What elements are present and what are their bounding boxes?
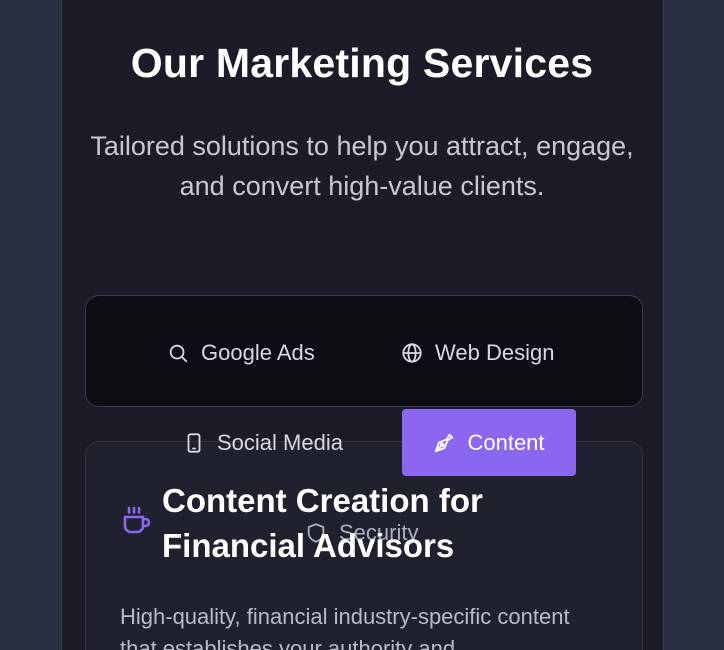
tab-web-design[interactable]: Web Design	[401, 340, 554, 366]
tab-label: Content	[467, 429, 545, 455]
card-title: Content Creation for Financial Advisors	[162, 482, 483, 564]
tab-content[interactable]: Content	[402, 409, 576, 476]
tab-label: Web Design	[435, 340, 555, 365]
smartphone-icon	[183, 432, 205, 454]
tab-label: Social Media	[217, 430, 343, 455]
page-subtitle: Tailored solutions to help you attract, …	[90, 131, 634, 201]
globe-icon	[401, 342, 423, 364]
card-description: High-quality, financial industry-specifi…	[120, 604, 570, 650]
page-title: Our Marketing Services	[130, 40, 594, 86]
search-icon	[167, 342, 189, 364]
tab-social-media[interactable]: Social Media	[183, 430, 343, 456]
page: Our Marketing Services Tailored solution…	[0, 0, 724, 650]
tab-google-ads[interactable]: Google Ads	[167, 340, 315, 366]
tab-label: Google Ads	[201, 340, 315, 365]
coffee-cup-icon	[120, 505, 152, 537]
pen-tool-icon	[433, 432, 455, 454]
